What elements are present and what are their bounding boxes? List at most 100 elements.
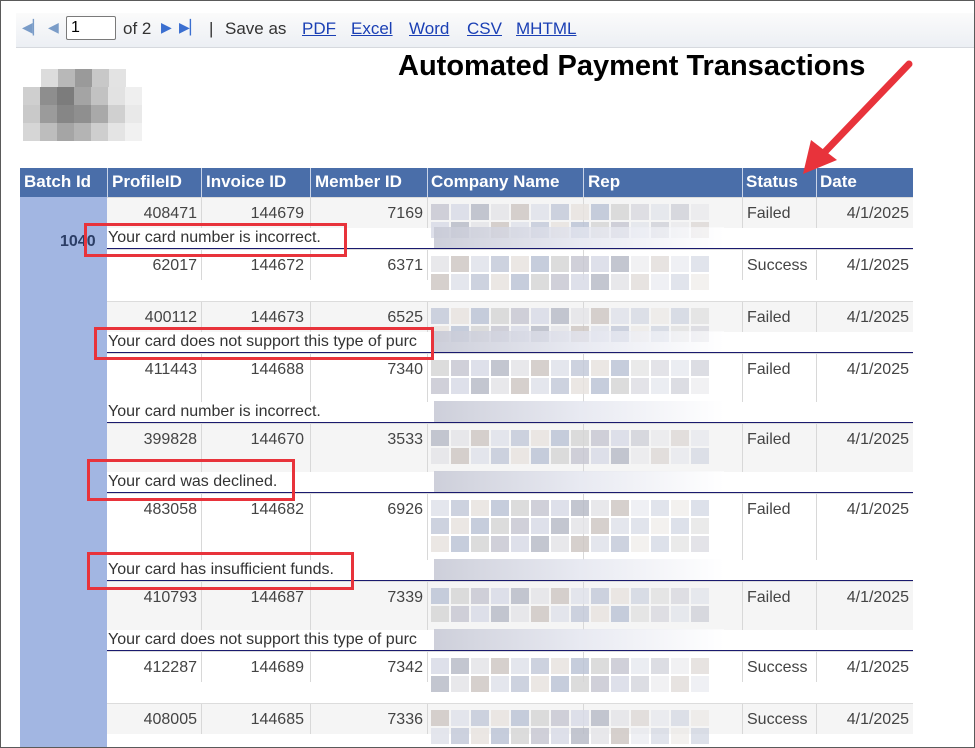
redacted-pixel-block [431, 448, 449, 464]
redacted-pixel-block [651, 500, 669, 516]
error-message: Your card number is incorrect. [108, 403, 321, 420]
redacted-pixel-block [551, 448, 569, 464]
redacted-pixel-block [511, 710, 529, 726]
redacted-pixel-block [451, 500, 469, 516]
column-header-rep[interactable]: Rep [588, 172, 620, 192]
redacted-pixel-block [531, 448, 549, 464]
column-header-member-id[interactable]: Member ID [315, 172, 402, 192]
redacted-pixel-block [651, 430, 669, 446]
cell-status: Success [747, 659, 808, 676]
prev-page-icon[interactable]: ◀ [48, 19, 59, 36]
redacted-pixel-block [434, 629, 724, 651]
cell-profile-id: 483058 [143, 501, 197, 518]
redacted-pixel-block [431, 308, 449, 324]
redacted-pixel-block [611, 658, 629, 674]
redacted-pixel-block [571, 448, 589, 464]
redacted-pixel-block [671, 518, 689, 534]
column-header-batch-id[interactable]: Batch Id [24, 172, 91, 192]
cell-date: 4/1/2025 [846, 501, 909, 518]
redacted-pixel-block [571, 588, 589, 604]
cell-member-id: 7339 [387, 589, 423, 606]
export-pdf-link[interactable]: PDF [302, 19, 336, 39]
redacted-pixel-block [631, 588, 649, 604]
redacted-pixel-block [671, 308, 689, 324]
redacted-pixel-block [631, 710, 649, 726]
export-excel-link[interactable]: Excel [351, 19, 393, 39]
redacted-pixel-block [651, 308, 669, 324]
redacted-pixel-block [471, 500, 489, 516]
redacted-pixel-block [511, 658, 529, 674]
cell-invoice-id: 144682 [250, 501, 304, 518]
redacted-pixel-block [531, 378, 549, 394]
redacted-pixel-block [451, 606, 469, 622]
export-mhtml-link[interactable]: MHTML [516, 19, 576, 39]
next-page-icon[interactable]: ▶ [161, 19, 172, 36]
redacted-pixel-block [591, 308, 609, 324]
export-word-link[interactable]: Word [409, 19, 449, 39]
redacted-pixel-block [631, 536, 649, 552]
redacted-pixel-block [591, 256, 609, 272]
annotation-arrow-icon [803, 60, 913, 174]
table-row[interactable]: 411443 144688 7340 Failed 4/1/2025 [107, 353, 913, 402]
column-header-invoice-id[interactable]: Invoice ID [206, 172, 286, 192]
table-row[interactable]: 408005 144685 7336 Success 4/1/2025 [107, 703, 913, 744]
redacted-pixel-block [531, 710, 549, 726]
redacted-pixel-block [591, 500, 609, 516]
highlight-box [84, 223, 347, 257]
redacted-pixel-block [434, 227, 724, 249]
redacted-pixel-block [511, 308, 529, 324]
redacted-pixel-block [611, 588, 629, 604]
redacted-pixel-block [451, 710, 469, 726]
redacted-pixel-block [691, 536, 709, 552]
column-divider [816, 494, 817, 560]
empty-message-row [107, 681, 913, 703]
redacted-pixel-block [431, 710, 449, 726]
column-divider [742, 582, 743, 630]
column-header-profile-id[interactable]: ProfileID [112, 172, 182, 192]
table-row[interactable]: 483058 144682 6926 Failed 4/1/2025 [107, 493, 913, 560]
redacted-pixel-block [591, 658, 609, 674]
column-header-company-name[interactable]: Company Name [431, 172, 559, 192]
redacted-pixel-block [631, 448, 649, 464]
redacted-pixel-block [511, 536, 529, 552]
redacted-pixel-block [431, 256, 449, 272]
redacted-pixel-block [491, 518, 509, 534]
export-csv-link[interactable]: CSV [467, 19, 502, 39]
column-divider [816, 354, 817, 402]
redacted-pixel-block [531, 360, 549, 376]
column-divider [816, 582, 817, 630]
last-page-icon[interactable]: ▶▏ [179, 19, 201, 36]
redacted-pixel-block [691, 448, 709, 464]
redacted-pixel-block [671, 500, 689, 516]
redacted-pixel-block [451, 658, 469, 674]
redacted-pixel-block [591, 360, 609, 376]
table-row[interactable]: 412287 144689 7342 Success 4/1/2025 [107, 651, 913, 692]
cell-status: Failed [747, 501, 791, 518]
redacted-pixel-block [551, 606, 569, 622]
redacted-pixel-block [651, 606, 669, 622]
cell-invoice-id: 144685 [250, 711, 304, 728]
redacted-pixel-block [671, 710, 689, 726]
redacted-pixel-block [451, 256, 469, 272]
redacted-pixel-block [531, 536, 549, 552]
redacted-pixel-block [671, 256, 689, 272]
redacted-pixel-block [491, 500, 509, 516]
redacted-pixel-block [631, 378, 649, 394]
redacted-pixel-block [671, 430, 689, 446]
redacted-pixel-block [631, 360, 649, 376]
redacted-pixel-block [471, 658, 489, 674]
redacted-pixel-block [571, 536, 589, 552]
cell-member-id: 6525 [387, 309, 423, 326]
redacted-pixel-block [451, 430, 469, 446]
redacted-pixel-block [631, 658, 649, 674]
column-divider [742, 302, 743, 332]
redacted-pixel-block [491, 430, 509, 446]
first-page-icon[interactable]: ◀▏ [22, 19, 44, 36]
cell-invoice-id: 144688 [250, 361, 304, 378]
cell-profile-id: 399828 [143, 431, 197, 448]
page-number-input[interactable] [66, 16, 116, 40]
redacted-pixel-block [471, 536, 489, 552]
redacted-pixel-block [431, 378, 449, 394]
toolbar-separator: | [209, 19, 214, 38]
cell-invoice-id: 144687 [250, 589, 304, 606]
